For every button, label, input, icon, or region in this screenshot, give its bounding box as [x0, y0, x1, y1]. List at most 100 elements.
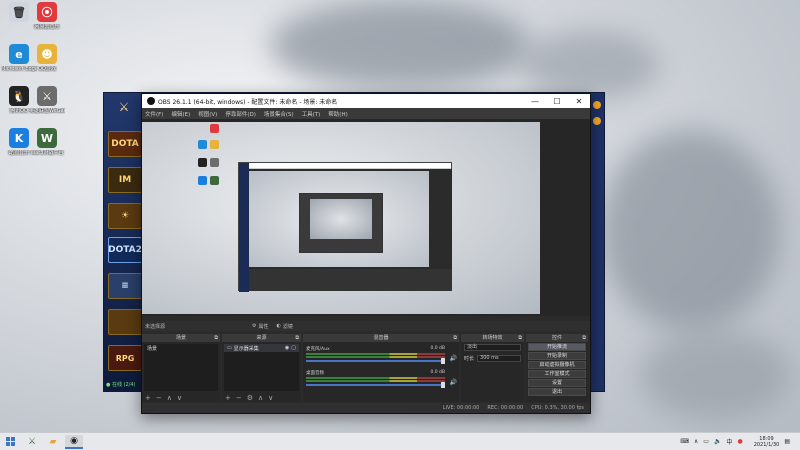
volume-slider[interactable]: [306, 382, 445, 388]
desktop-icon-qq-game[interactable]: ☻ QQ游戏: [29, 44, 65, 72]
move-down-icon[interactable]: ∨: [268, 394, 273, 402]
desktop-icon-war3[interactable]: W War3对战平台: [29, 128, 65, 156]
move-up-icon[interactable]: ∧: [167, 394, 172, 402]
launcher-tile[interactable]: RPG: [108, 345, 142, 371]
sources-dock-footer: + − ⚙ ∧ ∨: [222, 393, 301, 402]
live-status: LIVE: 00:00:00: [442, 405, 480, 411]
transition-duration-row: 时长 300 ms: [461, 353, 524, 364]
launcher-tile[interactable]: ☀: [108, 203, 142, 229]
obs-window[interactable]: OBS 26.1.1 (64-bit, windows) - 配置文件: 未命名…: [141, 93, 591, 414]
obs-preview-area[interactable]: [142, 119, 590, 316]
wallpaper-ink-1: [270, 0, 530, 90]
rec-status: REC: 00:00:00: [487, 405, 524, 411]
desktop-icon-netease-music[interactable]: ⦿ 网易云音乐: [29, 2, 65, 30]
track-level: 0.0 dB: [430, 346, 445, 351]
scene-list[interactable]: 场景: [144, 344, 218, 391]
start-recording-button[interactable]: 开始录制: [528, 352, 586, 360]
menu-edit[interactable]: 编辑(E): [171, 110, 190, 118]
desktop-icon-label: 网易云音乐: [34, 24, 60, 30]
keyboard-icon[interactable]: ⌨: [680, 438, 689, 445]
launcher-tile[interactable]: [108, 309, 142, 335]
start-streaming-button[interactable]: 开始推流: [528, 343, 586, 351]
monitor-icon: ▭: [227, 345, 232, 351]
network-icon[interactable]: ▭: [703, 438, 709, 445]
properties-button[interactable]: ⚙ 属性: [252, 323, 269, 330]
volume-icon[interactable]: 🔈: [714, 438, 721, 445]
visibility-eye-icon[interactable]: ◉: [285, 345, 289, 351]
notification-center-icon[interactable]: ▤: [784, 438, 790, 445]
start-virtual-camera-button[interactable]: 启动虚拟摄像机: [528, 361, 586, 369]
launcher-online-status: ● 在线 (2/4): [106, 382, 136, 388]
close-icon[interactable]: ✕: [568, 97, 590, 106]
remove-icon[interactable]: −: [156, 394, 162, 402]
add-icon[interactable]: +: [225, 394, 231, 402]
launcher-notify-icon[interactable]: [593, 101, 601, 109]
desktop-icon-label: QQ游戏: [38, 66, 56, 72]
source-toolbar: 未选择源 ⚙ 属性 ◐ 滤镜: [142, 321, 590, 331]
sources-dock-title: 来源 ⧉: [222, 334, 301, 342]
volume-slider[interactable]: [306, 358, 445, 364]
lock-icon[interactable]: ▢: [291, 345, 296, 351]
preview-desktop-icon: [198, 140, 207, 149]
filters-button[interactable]: ◐ 滤镜: [277, 323, 293, 330]
menu-docks[interactable]: 停靠部件(D): [225, 110, 256, 118]
source-item[interactable]: ▭ 显示器采集 ◉ ▢: [224, 344, 299, 352]
preview-canvas[interactable]: [142, 122, 540, 314]
taskbar-app-obs[interactable]: ◉: [65, 434, 83, 449]
mixer-dock-title: 混音器 ⧉: [303, 334, 459, 342]
move-down-icon[interactable]: ∨: [177, 394, 182, 402]
controls-dock: 控件 ⧉ 开始推流 开始录制 启动虚拟摄像机 工作室模式 设置 退出: [526, 334, 588, 402]
maximize-icon[interactable]: ☐: [546, 97, 568, 106]
transitions-dock: 转场特效 ⧉ 淡出 时长 300 ms: [461, 334, 524, 402]
ime-indicator[interactable]: 中: [726, 437, 732, 446]
menu-view[interactable]: 视图(V): [198, 110, 217, 118]
mixer-track-mic: 麦克风/Aux 0.0 dB 🔊: [306, 346, 457, 364]
exit-button[interactable]: 退出: [528, 388, 586, 396]
add-icon[interactable]: +: [145, 394, 151, 402]
filter-icon: ◐: [276, 323, 281, 329]
obs-statusbar: LIVE: 00:00:00 REC: 00:00:00 CPU: 0.3%, …: [142, 403, 590, 413]
settings-button[interactable]: 设置: [528, 379, 586, 387]
studio-mode-button[interactable]: 工作室模式: [528, 370, 586, 378]
taskbar-clock[interactable]: 18:09 2021/1/30: [754, 436, 780, 448]
menu-tools[interactable]: 工具(T): [302, 110, 321, 118]
gear-icon[interactable]: ⚙: [247, 394, 253, 402]
taskbar-app-file-explorer[interactable]: ▰: [44, 435, 62, 449]
tray-expand-icon[interactable]: ∧: [694, 438, 698, 445]
dock-float-icon[interactable]: ⧉: [295, 334, 299, 342]
scenes-dock-title: 场景 ⧉: [142, 334, 220, 342]
dock-float-icon[interactable]: ⧉: [453, 334, 457, 342]
launcher-tile[interactable]: ≡: [108, 273, 142, 299]
source-list[interactable]: ▭ 显示器采集 ◉ ▢: [224, 344, 299, 391]
menu-file[interactable]: 文件(F): [145, 110, 163, 118]
transition-type-select[interactable]: 淡出: [464, 344, 521, 351]
track-level: 0.0 dB: [430, 370, 445, 375]
notification-app-icon[interactable]: ●: [737, 438, 742, 445]
menu-help[interactable]: 帮助(H): [328, 110, 347, 118]
volume-meter: [306, 353, 445, 355]
scene-item[interactable]: 场景: [144, 344, 218, 352]
dock-float-icon[interactable]: ⧉: [582, 334, 586, 342]
desktop-icon-lol[interactable]: ⚔ 英雄联盟WeGame版: [29, 86, 65, 114]
obs-titlebar[interactable]: OBS 26.1.1 (64-bit, windows) - 配置文件: 未命名…: [142, 94, 590, 108]
menu-scene-collection[interactable]: 场景集合(S): [264, 110, 294, 118]
speaker-icon[interactable]: 🔊: [450, 355, 457, 362]
preview-desktop-icon: [210, 176, 219, 185]
duration-label: 时长: [464, 356, 475, 362]
launcher-logo: ⚔: [118, 100, 130, 114]
speaker-icon[interactable]: 🔊: [450, 379, 457, 386]
launcher-notify-icon[interactable]: [593, 117, 601, 125]
start-button[interactable]: [0, 437, 20, 446]
duration-input[interactable]: 300 ms: [477, 355, 521, 362]
launcher-tile[interactable]: IM: [108, 167, 142, 193]
nested-screen-capture: [238, 162, 452, 292]
dock-float-icon[interactable]: ⧉: [518, 334, 522, 342]
move-up-icon[interactable]: ∧: [258, 394, 263, 402]
launcher-tile[interactable]: DOTA2: [108, 237, 142, 263]
taskbar-app-war3[interactable]: ⚔: [23, 435, 41, 449]
remove-icon[interactable]: −: [236, 394, 242, 402]
cpu-status: CPU: 0.3%, 30.00 fps: [531, 405, 584, 411]
minimize-icon[interactable]: —: [524, 97, 546, 106]
launcher-tile[interactable]: DOTA: [108, 131, 142, 157]
dock-float-icon[interactable]: ⧉: [214, 334, 218, 342]
